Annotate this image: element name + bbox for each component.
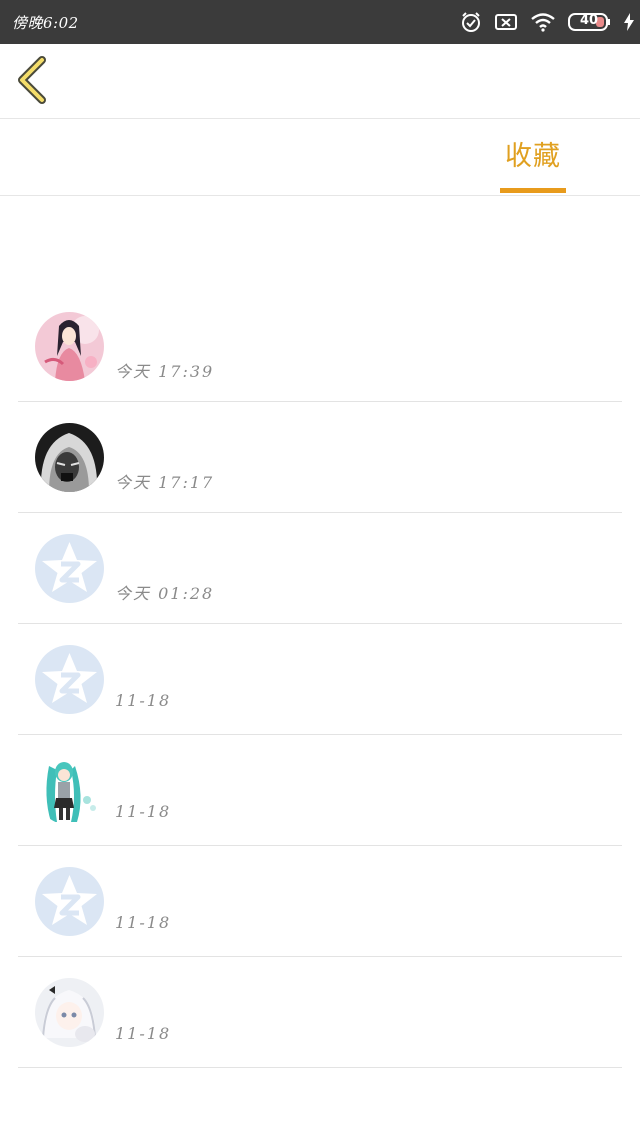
item-time: 今天 17:17 — [115, 473, 215, 492]
item-time: 11-18 — [115, 691, 172, 710]
anime-girl-white-avatar-icon — [35, 978, 104, 1047]
item-time: 今天 01:28 — [115, 584, 215, 603]
avatar — [35, 534, 104, 603]
tab-favorites-label: 收藏 — [505, 141, 561, 172]
list-item[interactable]: 今天 17:39 — [18, 291, 622, 402]
list-item[interactable]: 今天 01:28 — [18, 513, 622, 624]
no-sim-icon — [494, 12, 518, 32]
avatar — [35, 423, 104, 492]
anime-girl-avatar-icon — [35, 312, 104, 381]
status-icons: 40 — [460, 8, 634, 36]
tab-bar: 收藏 — [0, 119, 640, 196]
default-star-avatar-icon — [35, 534, 104, 603]
avatar — [35, 978, 104, 1047]
chevron-left-icon — [18, 56, 46, 104]
default-star-avatar-icon — [35, 867, 104, 936]
avatar — [35, 867, 104, 936]
list-item[interactable]: 11-18 — [18, 957, 622, 1068]
status-time: 傍晚6:02 — [12, 14, 79, 32]
tab-active-indicator — [500, 188, 566, 193]
default-star-avatar-icon — [35, 645, 104, 714]
battery-level: 40 — [580, 13, 599, 28]
status-bar: 傍晚6:02 40 — [0, 0, 640, 44]
back-button[interactable] — [14, 56, 54, 106]
alarm-icon — [460, 11, 482, 33]
charging-icon — [624, 13, 634, 31]
battery-icon: 40 — [568, 12, 612, 32]
avatar — [35, 645, 104, 714]
list-item[interactable]: 11-18 — [18, 624, 622, 735]
item-time: 11-18 — [115, 1024, 172, 1043]
list-item[interactable]: 11-18 — [18, 846, 622, 957]
nav-bar — [0, 44, 640, 119]
hooded-figure-avatar-icon — [35, 423, 104, 492]
item-time: 今天 17:39 — [115, 362, 215, 381]
item-time: 11-18 — [115, 802, 172, 821]
list-item[interactable]: 今天 17:17 — [18, 402, 622, 513]
list-item[interactable]: 11-18 — [18, 735, 622, 846]
tab-favorites[interactable]: 收藏 — [500, 137, 566, 193]
avatar — [35, 312, 104, 381]
wifi-icon — [530, 12, 556, 32]
item-time: 11-18 — [115, 913, 172, 932]
favorites-list: 今天 17:39 今天 17:17 今天 01:28 11-18 11-18 1… — [18, 291, 622, 1068]
miku-figure-avatar-icon — [35, 756, 104, 825]
avatar — [35, 756, 104, 825]
